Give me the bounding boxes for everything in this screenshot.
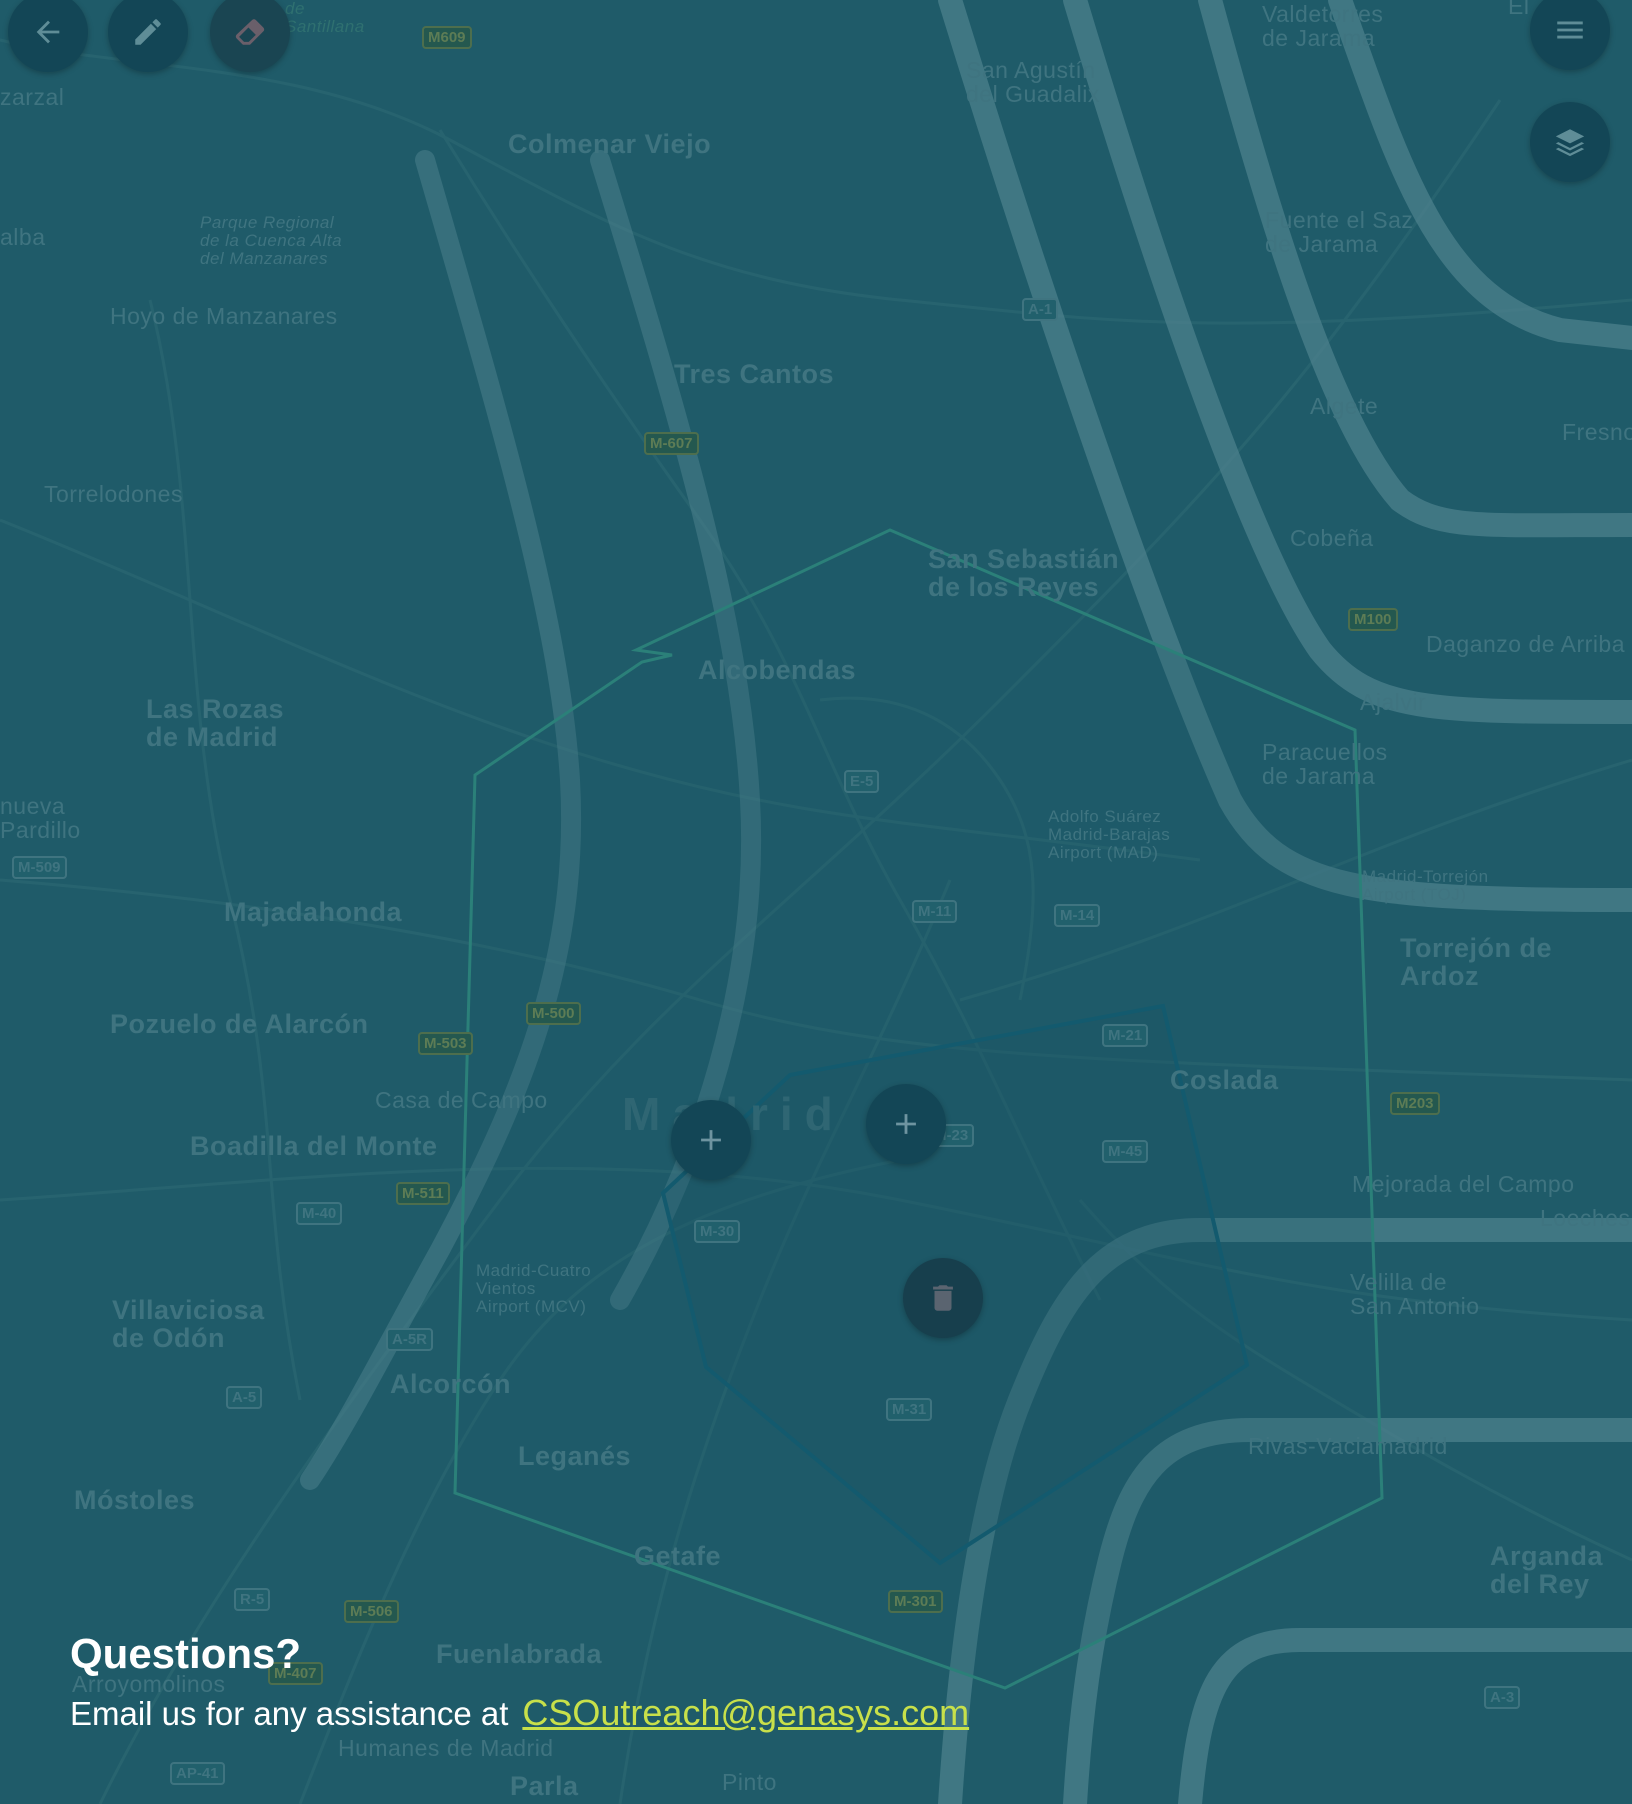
road-shield: M609 xyxy=(422,26,472,49)
map-label-ajalvir: Ajalvir xyxy=(1360,689,1427,715)
pencil-icon xyxy=(135,19,161,45)
map-label-boadilla: Boadilla del Monte xyxy=(190,1131,438,1161)
road-shield: M-511 xyxy=(396,1182,450,1205)
road-shield: M-14 xyxy=(1054,904,1101,927)
map-label-parque-regional: Parque Regional de la Cuenca Alta del Ma… xyxy=(200,213,343,268)
map-label-cuatro-vientos: Madrid-Cuatro Vientos Airport (MCV) xyxy=(476,1261,592,1316)
eraser-icon xyxy=(235,19,265,45)
map-label-fuente-el-saz: Fuente el Saz de Jarama xyxy=(1265,207,1414,258)
road-shield: A-5R xyxy=(386,1328,434,1351)
road-shield: E-5 xyxy=(844,770,880,793)
map-label-villanueva: nueva Pardillo xyxy=(0,793,81,844)
map-label-algete: Algete xyxy=(1310,393,1379,419)
road-shield: M-30 xyxy=(694,1220,741,1243)
map-label-tres-cantos: Tres Cantos xyxy=(674,359,835,389)
map-label-getafe: Getafe xyxy=(634,1541,722,1571)
map-label-hoyo: Hoyo de Manzanares xyxy=(110,303,338,329)
map-label-parla: Parla xyxy=(510,1771,579,1801)
map-label-cobena: Cobeña xyxy=(1290,525,1374,551)
questions-footer: Questions? Email us for any assistance a… xyxy=(70,1630,969,1734)
map-label-san-agustin: San Agustín del Guadalix xyxy=(966,57,1100,108)
map-label-velilla: Velilla de San Antonio xyxy=(1350,1269,1480,1320)
trash-icon xyxy=(933,1285,953,1311)
map-label-mejorada: Mejorada del Campo xyxy=(1352,1171,1575,1197)
road-shield: M-509 xyxy=(12,856,67,879)
road-shield: AP-41 xyxy=(170,1762,225,1785)
map-label-fresno: Fresno xyxy=(1562,419,1632,445)
questions-heading: Questions? xyxy=(70,1630,302,1677)
map-label-barajas-airport: Adolfo Suárez Madrid-Barajas Airport (MA… xyxy=(1048,807,1171,862)
map-screen: Real de Santillana Valdetorres de Jarama… xyxy=(0,0,1632,1804)
map-label-torrelodones: Torrelodones xyxy=(44,481,183,507)
map-label-leganes: Leganés xyxy=(518,1441,632,1471)
map-label-torrejon: Torrejón de Ardoz xyxy=(1400,933,1553,992)
map-label-loeches: Loeches xyxy=(1540,1205,1631,1231)
road-shield: R-5 xyxy=(234,1588,271,1611)
map-label-las-rozas: Las Rozas de Madrid xyxy=(146,694,285,753)
map-label-alcobendas: Alcobendas xyxy=(698,655,857,685)
road-shield: M-31 xyxy=(886,1398,933,1421)
road-shield: A-5 xyxy=(226,1386,263,1409)
assistance-text-row: Email us for any assistance at CSOutreach… xyxy=(70,1692,969,1734)
road-shield: M-500 xyxy=(526,1002,581,1025)
map-label-zarzal: zarzal xyxy=(0,84,65,110)
map-label-alcorcon: Alcorcón xyxy=(390,1369,512,1399)
road-shield: M-11 xyxy=(912,900,958,923)
road-shield: M100 xyxy=(1348,608,1398,631)
map-label-pozuelo: Pozuelo de Alarcón xyxy=(110,1009,369,1039)
road-shield: M-40 xyxy=(296,1202,343,1225)
map-label-san-sebastian: San Sebastián de los Reyes xyxy=(928,544,1120,603)
map-label-daganzo: Daganzo de Arriba xyxy=(1426,631,1626,657)
map-label-real-de-santillana: Real de Santillana xyxy=(285,0,365,36)
map-label-pinto: Pinto xyxy=(722,1769,777,1795)
road-shield: A-3 xyxy=(1484,1686,1521,1709)
map-label-alba: alba xyxy=(0,224,46,250)
map-label-torrejon-airport: Madrid-Torrejón Airport (TOJ) xyxy=(1362,867,1489,904)
arrow-left-icon xyxy=(36,20,60,44)
map-label-coslada: Coslada xyxy=(1170,1065,1279,1095)
road-shield: M-607 xyxy=(644,432,699,455)
road-shield: M-45 xyxy=(1102,1140,1149,1163)
road-shield: A-1 xyxy=(1022,298,1059,321)
map-label-mostoles: Móstoles xyxy=(74,1485,196,1515)
road-shield: M-21 xyxy=(1102,1024,1149,1047)
map-label-casa-de-campo: Casa de Campo xyxy=(375,1087,548,1113)
map-label-rivas: Rivas-Vaciamadrid xyxy=(1248,1433,1448,1459)
assistance-text: Email us for any assistance at xyxy=(70,1695,509,1732)
map-label-majadahonda: Majadahonda xyxy=(224,897,403,927)
add-vertex-button[interactable] xyxy=(866,1084,946,1164)
road-shield: M203 xyxy=(1390,1092,1440,1115)
map-label-colmenar-viejo: Colmenar Viejo xyxy=(508,129,712,159)
road-shield: M-503 xyxy=(418,1032,473,1055)
map-label-valdetorres: Valdetorres de Jarama xyxy=(1262,1,1384,52)
support-email-link[interactable]: CSOutreach@genasys.com xyxy=(522,1692,969,1733)
map-label-el: El xyxy=(1508,0,1530,19)
map-label-villaviciosa: Villaviciosa de Odón xyxy=(112,1295,265,1354)
layers-icon xyxy=(1555,129,1585,157)
layers-button[interactable] xyxy=(1530,102,1610,182)
hamburger-menu-icon xyxy=(1557,21,1583,39)
road-shield: M-301 xyxy=(888,1590,943,1613)
delete-zone-button[interactable] xyxy=(903,1258,983,1338)
plus-icon xyxy=(896,1114,916,1134)
map-label-arganda: Arganda del Rey xyxy=(1490,1541,1604,1600)
add-vertex-button[interactable] xyxy=(671,1100,751,1180)
plus-icon xyxy=(701,1130,721,1150)
road-shield: M-506 xyxy=(344,1600,399,1623)
map-label-humanes: Humanes de Madrid xyxy=(338,1735,554,1761)
map-label-paracuellos: Paracuellos de Jarama xyxy=(1262,739,1388,790)
